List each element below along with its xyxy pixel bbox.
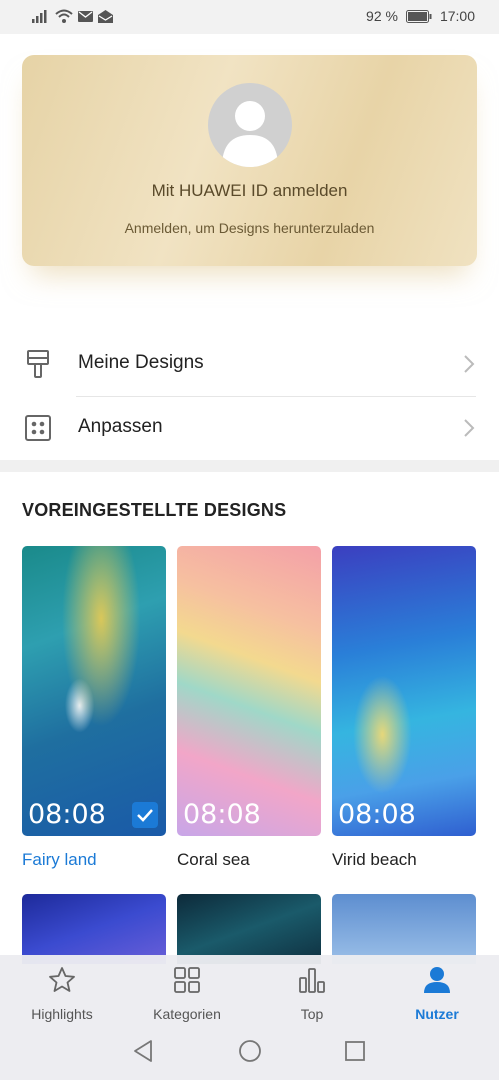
user-icon [424, 967, 450, 993]
menu-item-my-designs[interactable]: Meine Designs [0, 332, 499, 396]
tab-label: Top [300, 1006, 324, 1022]
chevron-right-icon [464, 419, 475, 437]
theme-card-fairy-land[interactable]: 08:08 Fairy land [22, 546, 166, 870]
tab-highlights[interactable]: Highlights [2, 965, 122, 1022]
theme-name: Fairy land [22, 850, 97, 869]
menu-item-customize[interactable]: Anpassen [0, 396, 499, 460]
bar-chart-icon [299, 968, 325, 993]
status-icons-left [32, 9, 113, 23]
menu-item-label: Anpassen [78, 416, 163, 437]
section-separator [0, 460, 499, 472]
theme-card-virid-beach[interactable]: 08:08 Virid beach [332, 546, 476, 870]
theme-clock: 08:08 [183, 799, 261, 830]
grid-dots-icon [25, 415, 51, 441]
signal-icon [32, 10, 47, 23]
home-icon[interactable] [238, 1039, 262, 1063]
recents-icon[interactable] [344, 1039, 366, 1063]
theme-thumbnail-partial[interactable] [22, 894, 166, 964]
section-title: VOREINGESTELLTE DESIGNS [22, 500, 287, 520]
theme-name: Virid beach [332, 850, 417, 869]
mail-icon [78, 10, 93, 22]
back-icon[interactable] [132, 1039, 154, 1063]
chevron-right-icon [464, 355, 475, 373]
theme-clock: 08:08 [338, 799, 416, 830]
status-bar: 92 % 17:00 [0, 0, 499, 34]
default-user-icon [208, 83, 292, 167]
tab-top[interactable]: Top [252, 965, 372, 1022]
login-subtitle: Anmelden, um Designs herunterzuladen [124, 220, 375, 236]
star-icon [49, 967, 75, 992]
battery-icon [405, 9, 432, 23]
theme-card-coral-sea[interactable]: 08:08 Coral sea [177, 546, 321, 870]
tab-label: Kategorien [153, 1006, 221, 1022]
theme-clock: 08:08 [28, 799, 106, 830]
menu-item-label: Meine Designs [78, 352, 204, 373]
theme-thumbnail-partial[interactable] [177, 894, 321, 964]
mail-open-icon [98, 9, 113, 23]
tab-label: Highlights [31, 1006, 93, 1022]
selected-check-icon [132, 802, 158, 828]
tab-label: Nutzer [415, 1006, 459, 1022]
huawei-id-card[interactable]: Mit HUAWEI ID anmelden Anmelden, um Desi… [22, 55, 477, 266]
theme-thumbnail: 08:08 [332, 546, 476, 836]
login-title: Mit HUAWEI ID anmelden [151, 181, 348, 200]
tab-user[interactable]: Nutzer [377, 965, 497, 1022]
wifi-icon [55, 9, 73, 23]
theme-thumbnail-partial[interactable] [332, 894, 476, 964]
theme-thumbnail: 08:08 [177, 546, 321, 836]
theme-thumbnail: 08:08 [22, 546, 166, 836]
user-page: Mit HUAWEI ID anmelden Anmelden, um Desi… [0, 34, 499, 1080]
status-icons-right: 92 % 17:00 [366, 8, 475, 24]
clock: 17:00 [439, 8, 475, 24]
bottom-navigation: Highlights Kategorien Top Nutzer [0, 955, 499, 1080]
paintbrush-icon [27, 350, 49, 378]
theme-name: Coral sea [177, 850, 250, 869]
grid-icon [174, 967, 200, 993]
battery-percent: 92 % [366, 8, 398, 24]
tab-categories[interactable]: Kategorien [127, 965, 247, 1022]
